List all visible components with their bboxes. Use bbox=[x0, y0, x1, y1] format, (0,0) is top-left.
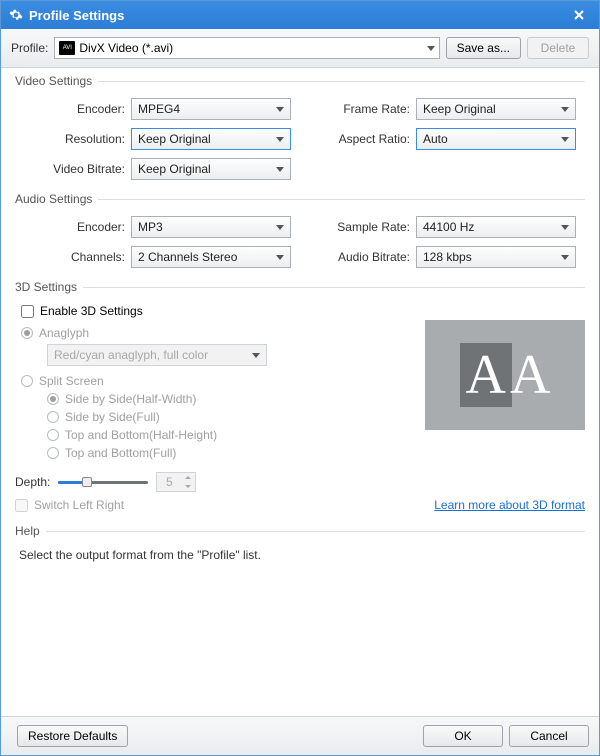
profile-select[interactable]: AVI DivX Video (*.avi) bbox=[54, 37, 439, 59]
preview-letter-left: A bbox=[460, 343, 512, 407]
learn-more-link[interactable]: Learn more about 3D format bbox=[434, 498, 585, 512]
audio-bitrate-label: Audio Bitrate: bbox=[300, 250, 410, 264]
avi-file-icon: AVI bbox=[59, 41, 75, 55]
chevron-down-icon bbox=[561, 255, 569, 260]
samplerate-select[interactable]: 44100 Hz bbox=[416, 216, 576, 238]
sbs-full-radio: Side by Side(Full) bbox=[47, 410, 415, 424]
audio-settings-group: Audio Settings Encoder: MP3 Sample Rate:… bbox=[15, 192, 585, 268]
ok-button[interactable]: OK bbox=[423, 725, 503, 747]
footer: Restore Defaults OK Cancel bbox=[1, 716, 599, 755]
close-icon bbox=[574, 10, 584, 20]
profile-value: DivX Video (*.avi) bbox=[79, 41, 422, 55]
gear-icon bbox=[9, 8, 23, 22]
resolution-label: Resolution: bbox=[15, 132, 125, 146]
video-encoder-select[interactable]: MPEG4 bbox=[131, 98, 291, 120]
window-title: Profile Settings bbox=[29, 8, 567, 23]
depth-slider bbox=[58, 475, 148, 489]
channels-label: Channels: bbox=[15, 250, 125, 264]
slider-thumb bbox=[82, 477, 92, 487]
depth-spinner: 5 bbox=[156, 472, 196, 492]
spin-up-icon bbox=[181, 473, 195, 482]
anaglyph-radio: Anaglyph bbox=[21, 326, 415, 340]
chevron-down-icon bbox=[276, 107, 284, 112]
delete-button: Delete bbox=[527, 37, 589, 59]
restore-defaults-button[interactable]: Restore Defaults bbox=[17, 725, 128, 747]
titlebar: Profile Settings bbox=[1, 1, 599, 29]
chevron-down-icon bbox=[276, 255, 284, 260]
radio-icon bbox=[21, 375, 33, 387]
3d-preview: AA bbox=[425, 320, 585, 430]
aspect-label: Aspect Ratio: bbox=[300, 132, 410, 146]
radio-icon bbox=[47, 411, 59, 423]
profile-settings-dialog: Profile Settings Profile: AVI DivX Video… bbox=[0, 0, 600, 756]
enable-3d-input[interactable] bbox=[21, 305, 34, 318]
3d-settings-group: 3D Settings Enable 3D Settings Anaglyph … bbox=[15, 280, 585, 512]
save-as-button[interactable]: Save as... bbox=[446, 37, 521, 59]
chevron-down-icon bbox=[276, 137, 284, 142]
audio-bitrate-select[interactable]: 128 kbps bbox=[416, 246, 576, 268]
radio-icon bbox=[47, 429, 59, 441]
preview-letter-right: A bbox=[510, 343, 550, 407]
help-group: Help Select the output format from the "… bbox=[15, 524, 585, 562]
framerate-select[interactable]: Keep Original bbox=[416, 98, 576, 120]
chevron-down-icon bbox=[276, 225, 284, 230]
chevron-down-icon bbox=[561, 137, 569, 142]
audio-encoder-select[interactable]: MP3 bbox=[131, 216, 291, 238]
video-bitrate-label: Video Bitrate: bbox=[15, 162, 125, 176]
cancel-button[interactable]: Cancel bbox=[509, 725, 589, 747]
help-text: Select the output format from the "Profi… bbox=[19, 548, 585, 562]
toolbar: Profile: AVI DivX Video (*.avi) Save as.… bbox=[1, 29, 599, 68]
samplerate-label: Sample Rate: bbox=[300, 220, 410, 234]
radio-icon bbox=[47, 447, 59, 459]
radio-icon bbox=[21, 327, 33, 339]
aspect-select[interactable]: Auto bbox=[416, 128, 576, 150]
sbs-half-radio: Side by Side(Half-Width) bbox=[47, 392, 415, 406]
chevron-down-icon bbox=[276, 167, 284, 172]
audio-caption: Audio Settings bbox=[15, 192, 98, 206]
tab-half-radio: Top and Bottom(Half-Height) bbox=[47, 428, 415, 442]
spin-down-icon bbox=[181, 482, 195, 491]
tab-full-radio: Top and Bottom(Full) bbox=[47, 446, 415, 460]
channels-select[interactable]: 2 Channels Stereo bbox=[131, 246, 291, 268]
chevron-down-icon bbox=[561, 107, 569, 112]
chevron-down-icon bbox=[427, 46, 435, 51]
resolution-select[interactable]: Keep Original bbox=[131, 128, 291, 150]
switch-lr-input bbox=[15, 499, 28, 512]
audio-encoder-label: Encoder: bbox=[15, 220, 125, 234]
profile-label: Profile: bbox=[11, 41, 48, 55]
chevron-down-icon bbox=[252, 353, 260, 358]
content-area: Video Settings Encoder: MPEG4 Frame Rate… bbox=[1, 68, 599, 716]
depth-label: Depth: bbox=[15, 475, 50, 489]
help-caption: Help bbox=[15, 524, 46, 538]
video-caption: Video Settings bbox=[15, 74, 98, 88]
video-settings-group: Video Settings Encoder: MPEG4 Frame Rate… bbox=[15, 74, 585, 180]
chevron-down-icon bbox=[561, 225, 569, 230]
video-bitrate-select[interactable]: Keep Original bbox=[131, 158, 291, 180]
enable-3d-label: Enable 3D Settings bbox=[40, 304, 143, 318]
switch-left-right-checkbox: Switch Left Right bbox=[15, 498, 124, 512]
3d-caption: 3D Settings bbox=[15, 280, 83, 294]
video-encoder-label: Encoder: bbox=[15, 102, 125, 116]
enable-3d-checkbox[interactable]: Enable 3D Settings bbox=[21, 304, 585, 318]
close-button[interactable] bbox=[567, 5, 591, 25]
anaglyph-type-select: Red/cyan anaglyph, full color bbox=[47, 344, 267, 366]
split-screen-radio: Split Screen bbox=[21, 374, 415, 388]
radio-icon bbox=[47, 393, 59, 405]
framerate-label: Frame Rate: bbox=[300, 102, 410, 116]
